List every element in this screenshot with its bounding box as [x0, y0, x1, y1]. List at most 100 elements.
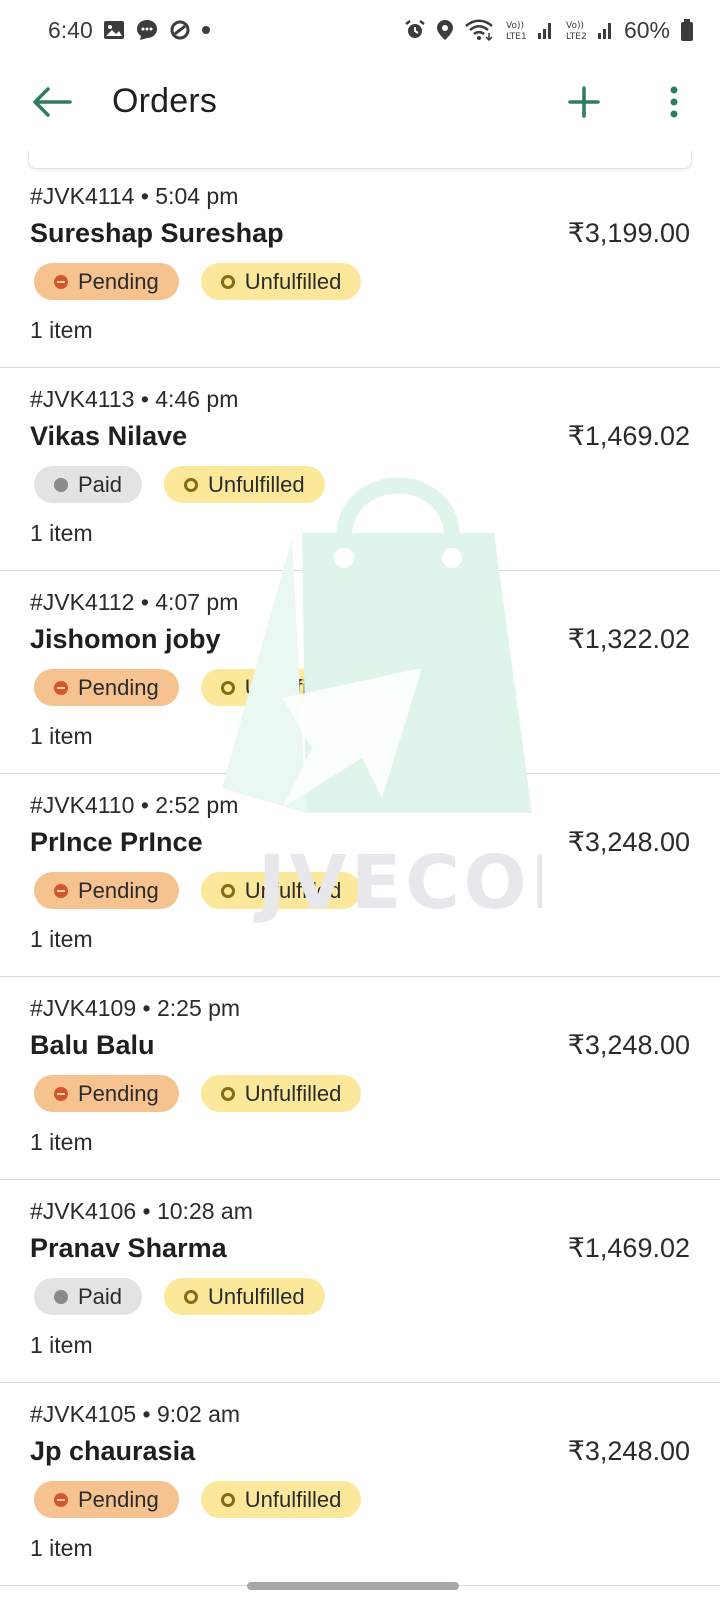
- sync-icon: [169, 19, 191, 41]
- svg-text:Vo)): Vo)): [566, 21, 584, 31]
- status-badges: Pending Unfulfilled: [34, 1481, 362, 1518]
- pending-dot-icon: [54, 680, 68, 695]
- item-count: 1 item: [30, 317, 93, 343]
- order-id-time: #JVK4105 • 9:02 am: [30, 1401, 241, 1427]
- payment-status-label: Paid: [78, 471, 123, 497]
- customer-name: Jp chaurasia: [30, 1436, 196, 1466]
- order-id-time: #JVK4112 • 4:07 pm: [30, 589, 239, 615]
- order-total: ₹1,322.02: [567, 624, 690, 654]
- plus-icon: [567, 85, 601, 124]
- status-bar: 6:40 Vo)) LTE1 Vo)) LTE2 60%: [0, 0, 720, 60]
- pending-dot-icon: [54, 1086, 68, 1101]
- order-total: ₹1,469.02: [567, 1233, 690, 1263]
- order-total: ₹1,469.02: [567, 421, 690, 451]
- gallery-icon: [103, 19, 125, 41]
- payment-status-badge: Paid: [34, 1278, 143, 1315]
- order-total: ₹3,248.00: [567, 1030, 690, 1060]
- more-vertical-icon: [669, 85, 679, 124]
- alarm-icon: [404, 19, 426, 41]
- fulfillment-status-label: Unfulfilled: [208, 1283, 305, 1309]
- location-icon: [436, 19, 454, 41]
- order-row[interactable]: #JVK4109 • 2:25 pm Balu Balu ₹3,248.00 P…: [0, 977, 720, 1180]
- app-bar: Orders: [0, 60, 720, 156]
- svg-text:Vo)): Vo)): [506, 21, 524, 31]
- arrow-left-icon: [32, 86, 72, 123]
- paid-dot-icon: [54, 477, 68, 492]
- payment-status-badge: Pending: [34, 1481, 179, 1518]
- unfulfilled-ring-icon: [220, 274, 235, 289]
- order-row[interactable]: #JVK4113 • 4:46 pm Vikas Nilave ₹1,469.0…: [0, 368, 720, 571]
- order-total: ₹3,199.00: [567, 218, 690, 248]
- order-row[interactable]: #JVK4110 • 2:52 pm PrInce PrInce ₹3,248.…: [0, 774, 720, 977]
- svg-text:LTE2: LTE2: [566, 32, 587, 42]
- order-id-time: #JVK4109 • 2:25 pm: [30, 995, 241, 1021]
- svg-text:LTE1: LTE1: [506, 32, 527, 42]
- paid-dot-icon: [54, 1289, 68, 1304]
- payment-status-label: Pending: [78, 268, 159, 294]
- back-button[interactable]: [28, 80, 76, 128]
- payment-status-label: Pending: [78, 1080, 159, 1106]
- unfulfilled-ring-icon: [220, 1086, 235, 1101]
- volte-lte2-icon: Vo)) LTE2: [564, 18, 614, 42]
- status-left: 6:40: [48, 17, 211, 44]
- status-badges: Paid Unfulfilled: [34, 1278, 325, 1315]
- order-id-time: #JVK4106 • 10:28 am: [30, 1198, 253, 1224]
- unfulfilled-ring-icon: [220, 883, 235, 898]
- fulfillment-status-label: Unfulfilled: [244, 1080, 342, 1106]
- fulfillment-status-label: Unfulfilled: [244, 268, 342, 294]
- home-indicator[interactable]: [247, 1582, 459, 1590]
- item-count: 1 item: [30, 520, 93, 546]
- unfulfilled-ring-icon: [184, 477, 199, 492]
- fulfillment-status-badge: Unfulfilled: [200, 872, 362, 909]
- status-badges: Pending Unfulfilled: [34, 669, 362, 706]
- payment-status-label: Pending: [78, 674, 159, 700]
- fulfillment-status-label: Unfulfilled: [244, 674, 342, 700]
- customer-name: PrInce PrInce: [30, 827, 203, 857]
- status-badges: Paid Unfulfilled: [34, 466, 325, 503]
- battery-icon: [680, 18, 694, 42]
- item-count: 1 item: [30, 926, 93, 952]
- fulfillment-status-badge: Unfulfilled: [164, 1278, 325, 1315]
- customer-name: Balu Balu: [30, 1030, 155, 1060]
- messages-icon: [135, 18, 159, 42]
- payment-status-badge: Pending: [34, 1075, 179, 1112]
- payment-status-badge: Pending: [34, 872, 179, 909]
- status-time: 6:40: [48, 16, 93, 43]
- page-title: Orders: [112, 82, 218, 120]
- order-row[interactable]: #JVK4105 • 9:02 am Jp chaurasia ₹3,248.0…: [0, 1383, 720, 1586]
- pending-dot-icon: [54, 1492, 68, 1507]
- add-order-button[interactable]: [560, 80, 608, 128]
- order-row[interactable]: #JVK4106 • 10:28 am Pranav Sharma ₹1,469…: [0, 1180, 720, 1383]
- orders-list[interactable]: #JVK4114 • 5:04 pm Sureshap Sureshap ₹3,…: [0, 165, 720, 1586]
- more-options-button[interactable]: [650, 80, 698, 128]
- fulfillment-status-badge: Unfulfilled: [164, 466, 325, 503]
- payment-status-badge: Pending: [34, 263, 179, 300]
- item-count: 1 item: [30, 723, 93, 749]
- fulfillment-status-badge: Unfulfilled: [200, 669, 362, 706]
- payment-status-label: Pending: [78, 1486, 159, 1512]
- order-id-time: #JVK4114 • 5:04 pm: [30, 183, 239, 209]
- status-badges: Pending Unfulfilled: [34, 1075, 362, 1112]
- fulfillment-status-label: Unfulfilled: [208, 471, 305, 497]
- fulfillment-status-label: Unfulfilled: [244, 1486, 342, 1512]
- item-count: 1 item: [30, 1535, 93, 1561]
- item-count: 1 item: [30, 1129, 93, 1155]
- status-badges: Pending Unfulfilled: [34, 263, 362, 300]
- customer-name: Sureshap Sureshap: [30, 218, 284, 248]
- order-row[interactable]: #JVK4112 • 4:07 pm Jishomon joby ₹1,322.…: [0, 571, 720, 774]
- fulfillment-status-badge: Unfulfilled: [200, 1481, 362, 1518]
- customer-name: Pranav Sharma: [30, 1233, 227, 1263]
- item-count: 1 item: [30, 1332, 93, 1358]
- fulfillment-status-badge: Unfulfilled: [200, 1075, 362, 1112]
- order-total: ₹3,248.00: [567, 1436, 690, 1466]
- payment-status-label: Pending: [78, 877, 159, 903]
- unfulfilled-ring-icon: [220, 1492, 235, 1507]
- dot-icon: [201, 25, 211, 35]
- customer-name: Jishomon joby: [30, 624, 221, 654]
- order-id-time: #JVK4110 • 2:52 pm: [30, 792, 239, 818]
- order-id-time: #JVK4113 • 4:46 pm: [30, 386, 239, 412]
- order-row[interactable]: #JVK4114 • 5:04 pm Sureshap Sureshap ₹3,…: [0, 165, 720, 368]
- payment-status-label: Paid: [78, 1283, 123, 1309]
- volte-lte1-icon: Vo)) LTE1: [504, 18, 554, 42]
- status-badges: Pending Unfulfilled: [34, 872, 362, 909]
